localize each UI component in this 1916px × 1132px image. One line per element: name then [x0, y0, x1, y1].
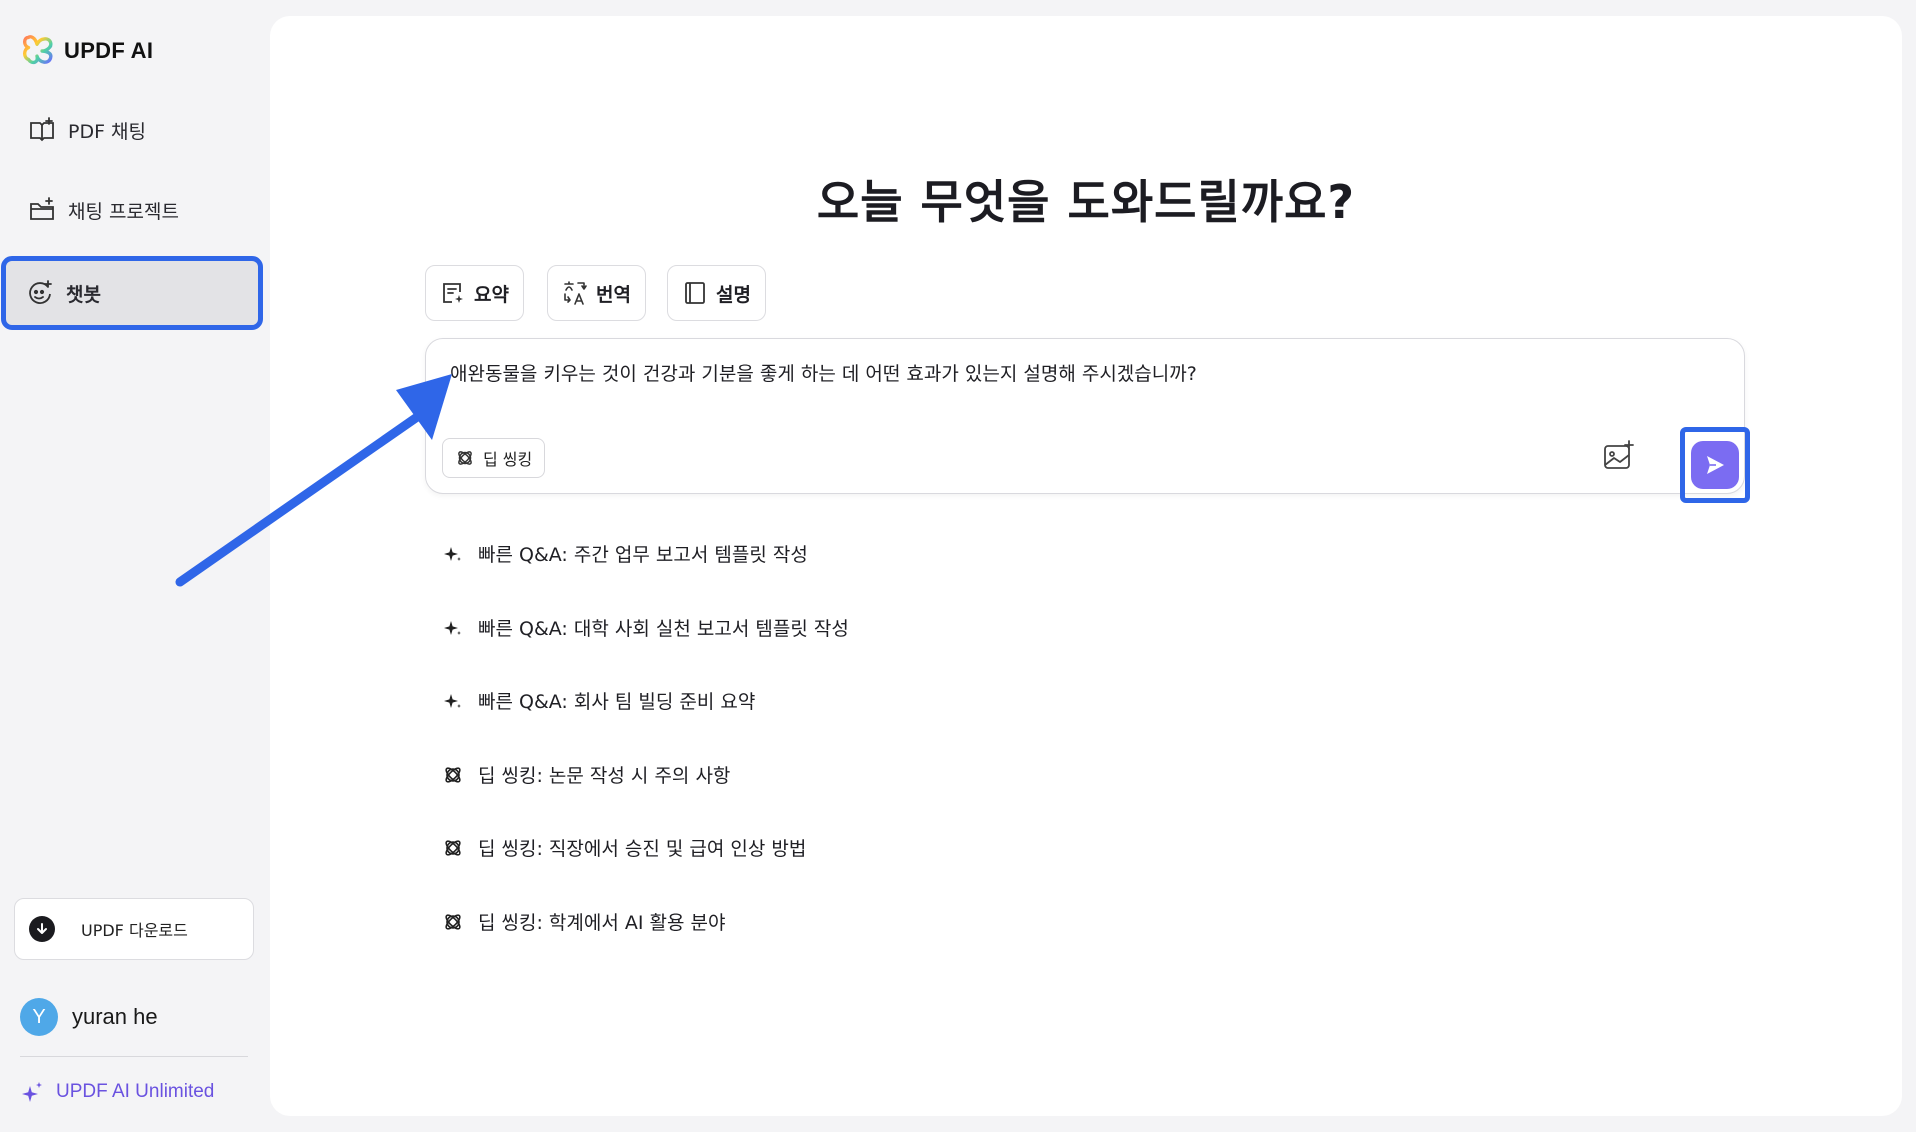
app-logo[interactable]: UPDF AI	[20, 34, 153, 68]
user-profile[interactable]: Y yuran he	[20, 998, 158, 1036]
sparkle-icon	[444, 546, 461, 561]
atom-icon	[445, 839, 461, 856]
chip-translate[interactable]: 번역	[547, 265, 646, 321]
sidebar-item-pdf-chat[interactable]: PDF 채팅	[8, 101, 258, 159]
chat-input-box: 딥 씽킹	[425, 338, 1750, 503]
sidebar-divider	[20, 1056, 248, 1057]
book-icon	[30, 117, 54, 142]
summary-icon	[443, 283, 463, 303]
suggestion-label: 딥 씽킹: 논문 작성 시 주의 사항	[478, 765, 731, 787]
atom-icon	[445, 766, 461, 783]
sparkle-icon	[22, 1082, 42, 1102]
bot-face-icon	[29, 280, 52, 304]
avatar: Y	[20, 998, 58, 1036]
atom-icon	[445, 913, 461, 930]
sidebar-item-label: 챗봇	[66, 283, 101, 306]
suggestion-label: 딥 씽킹: 학계에서 AI 활용 분야	[478, 912, 726, 934]
main-panel: 오늘 무엇을 도와드릴까요? 요약 번역 설명 애완동물을 키우는 것이 건강과…	[270, 16, 1902, 1116]
suggestion-label: 빠른 Q&A: 회사 팀 빌딩 준비 요약	[478, 691, 756, 713]
suggestion-label: 딥 씽킹: 직장에서 승진 및 급여 인상 방법	[478, 838, 807, 860]
sidebar-item-chat-project[interactable]: 채팅 프로젝트	[8, 181, 258, 239]
book-open-icon	[685, 282, 705, 304]
chat-input[interactable]	[450, 361, 1650, 383]
page-title: 오늘 무엇을 도와드릴까요?	[816, 175, 1356, 229]
unlimited-label: UPDF AI Unlimited	[56, 1081, 215, 1102]
atom-icon	[458, 451, 472, 465]
user-name: yuran he	[72, 1004, 158, 1029]
app-name: UPDF AI	[64, 38, 154, 63]
chip-label: 설명	[716, 283, 751, 306]
suggestion-label: 빠른 Q&A: 주간 업무 보고서 템플릿 작성	[478, 544, 808, 566]
suggestion-label: 빠른 Q&A: 대학 사회 실천 보고서 템플릿 작성	[478, 618, 849, 640]
download-icon	[29, 916, 55, 942]
send-icon	[1707, 456, 1724, 474]
sparkle-icon	[444, 620, 461, 635]
chip-label: 번역	[596, 283, 631, 306]
deep-thinking-button[interactable]: 딥 씽킹	[442, 438, 546, 478]
suggestion-item[interactable]: 빠른 Q&A: 회사 팀 빌딩 준비 요약	[442, 687, 755, 714]
sidebar-item-label: 채팅 프로젝트	[68, 200, 179, 223]
chip-summary[interactable]: 요약	[425, 265, 524, 321]
download-label: UPDF 다운로드	[81, 921, 188, 940]
suggestion-item[interactable]: 빠른 Q&A: 주간 업무 보고서 템플릿 작성	[442, 540, 808, 567]
chip-explain[interactable]: 설명	[667, 265, 766, 321]
download-button[interactable]: UPDF 다운로드	[14, 898, 254, 960]
updf-logo-icon	[22, 35, 53, 65]
folder-plus-icon	[30, 197, 54, 220]
unlimited-link[interactable]: UPDF AI Unlimited	[20, 1080, 214, 1104]
deep-thinking-label: 딥 씽킹	[483, 450, 533, 469]
suggestion-item[interactable]: 딥 씽킹: 논문 작성 시 주의 사항	[442, 761, 730, 788]
translate-icon	[564, 281, 587, 305]
image-upload-icon[interactable]	[1602, 439, 1636, 473]
sidebar-item-chatbot[interactable]: 챗봇	[1, 256, 263, 330]
chip-label: 요약	[474, 283, 509, 306]
sidebar: UPDF AI PDF 채팅 채팅 프로젝트 챗봇 UPDF 다운로드 Y yu…	[0, 0, 268, 1132]
send-highlight	[1680, 427, 1750, 503]
sidebar-item-label: PDF 채팅	[68, 120, 147, 143]
send-button[interactable]	[1691, 441, 1739, 489]
sparkle-icon	[444, 693, 461, 708]
suggestion-item[interactable]: 딥 씽킹: 학계에서 AI 활용 분야	[442, 908, 725, 935]
suggestion-item[interactable]: 빠른 Q&A: 대학 사회 실천 보고서 템플릿 작성	[442, 614, 849, 641]
suggestion-item[interactable]: 딥 씽킹: 직장에서 승진 및 급여 인상 방법	[442, 834, 806, 861]
